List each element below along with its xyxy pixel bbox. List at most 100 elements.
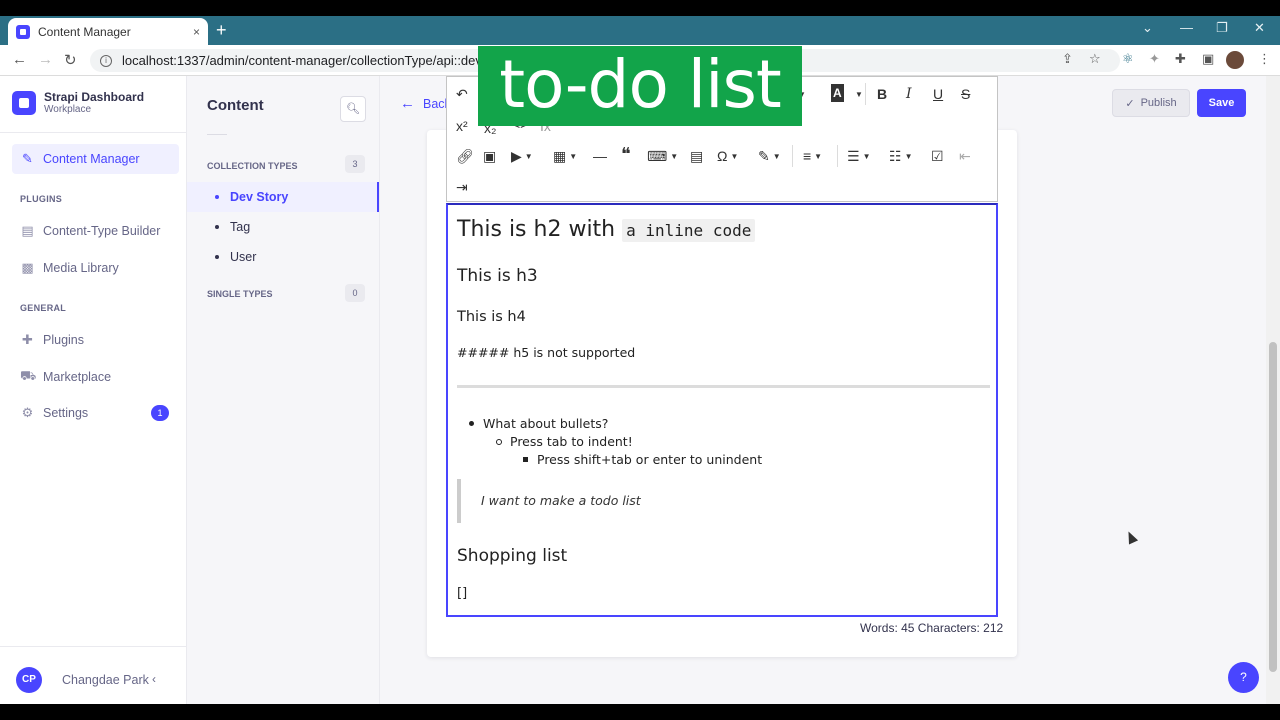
save-button[interactable]: Save (1197, 89, 1246, 117)
bookmark-star-icon[interactable]: ☆ (1089, 51, 1101, 67)
arrow-left-icon: ← (400, 95, 415, 112)
subnav-item-label: Tag (230, 220, 251, 234)
highlight-icon[interactable]: ✎ ▼ (758, 147, 781, 166)
nav-section-general: GENERAL (20, 303, 67, 313)
subnav-item-dev-story[interactable]: Dev Story (187, 182, 379, 212)
media-embed-icon[interactable]: ▶ ▼ (511, 147, 533, 166)
nav-item-content-manager[interactable]: ✎ Content Manager (12, 144, 179, 174)
new-tab-button[interactable]: + (216, 20, 227, 40)
rich-text-editor: ↶ ▼ A ▼ B I U S x² x₂ <> Ix 🔗︎ ▣ ▶▼ ▦▼ — (446, 76, 998, 617)
tab-search-icon[interactable]: ⌄ (1142, 20, 1153, 36)
heading-2: This is h2 with a inline code (457, 217, 756, 242)
content-subnav: Content 🔍︎ COLLECTION TYPES 3 Dev Story … (187, 76, 380, 704)
inline-code: a inline code (622, 219, 756, 242)
nav-item-marketplace[interactable]: ⛟ Marketplace (12, 362, 179, 392)
nav-item-settings[interactable]: ⚙ Settings 1 (12, 398, 179, 428)
insert-image-icon[interactable]: ▣ (483, 147, 496, 165)
react-devtools-icon[interactable]: ⚛ (1122, 51, 1134, 67)
horizontal-rule (457, 385, 990, 388)
divider (837, 145, 838, 167)
nav-section-plugins: PLUGINS (20, 194, 63, 204)
bullet-icon (215, 195, 219, 199)
blockquote-icon[interactable]: ❝ (621, 145, 631, 163)
code-block-icon[interactable]: ⌨ ▼ (647, 147, 678, 166)
heading-2-text: This is h2 with (457, 217, 623, 242)
nav-item-label: Content-Type Builder (43, 224, 161, 238)
single-types-heading[interactable]: SINGLE TYPES (207, 289, 273, 299)
nav-item-label: Media Library (43, 261, 119, 275)
editor-content[interactable]: This is h2 with a inline code This is h3… (446, 203, 998, 617)
puzzle-extensions-icon[interactable]: ✚ (1175, 51, 1186, 67)
reload-icon[interactable]: ↻ (64, 51, 77, 69)
list-item: What about bullets? (468, 416, 609, 431)
bulleted-list-icon[interactable]: ☰ ▼ (847, 147, 870, 166)
scrollbar[interactable] (1266, 76, 1280, 704)
browser-tab-bar: Content Manager × + ⌄ — ❐ ✕ (0, 16, 1280, 45)
align-left-icon[interactable]: ≡ ▼ (803, 147, 822, 166)
table-icon[interactable]: ▦ ▼ (553, 147, 577, 166)
subnav-item-label: Dev Story (230, 190, 289, 204)
back-link[interactable]: ← Back (400, 95, 451, 112)
nav-item-media-library[interactable]: ▩ Media Library (12, 253, 179, 283)
divider (0, 132, 186, 133)
user-profile[interactable]: CP Changdae Park (16, 667, 149, 693)
strikethrough-icon[interactable]: S (961, 85, 970, 103)
sidepanel-icon[interactable]: ▣ (1202, 51, 1214, 67)
search-icon[interactable]: 🔍︎ (340, 96, 366, 122)
heading-shopping-list: Shopping list (457, 546, 568, 566)
subnav-item-user[interactable]: User (187, 242, 379, 272)
video-caption-overlay: to-do list (478, 46, 802, 126)
check-icon: ✓ (1125, 97, 1135, 110)
chevron-down-icon[interactable]: ▼ (852, 85, 863, 104)
tab-close-icon[interactable]: × (193, 25, 200, 39)
nav-item-content-type-builder[interactable]: ▤ Content-Type Builder (12, 216, 179, 246)
todo-placeholder: [] (457, 586, 468, 601)
url-text: localhost:1337/admin/content-manager/col… (122, 53, 518, 68)
link-icon[interactable]: 🔗︎ (456, 147, 474, 165)
gear-icon: ⚙ (21, 405, 34, 420)
subnav-item-tag[interactable]: Tag (187, 212, 379, 242)
publish-button[interactable]: ✓ Publish (1112, 89, 1190, 117)
html-embed-icon[interactable]: ▤ (690, 147, 703, 165)
bold-icon[interactable]: B (877, 85, 887, 103)
site-info-icon[interactable]: i (100, 54, 112, 67)
divider (792, 145, 793, 167)
font-color-icon[interactable]: A (831, 84, 844, 102)
italic-icon[interactable]: I (906, 85, 912, 103)
scroll-thumb[interactable] (1269, 342, 1277, 672)
special-characters-icon[interactable]: Ω ▼ (717, 147, 738, 166)
nav-item-plugins[interactable]: ✚ Plugins (12, 325, 179, 355)
undo-icon[interactable]: ↶ (456, 85, 468, 103)
nav-item-label: Content Manager (43, 152, 140, 166)
avatar: CP (16, 667, 42, 693)
browser-tab[interactable]: Content Manager × (8, 18, 208, 45)
subnav-title: Content (207, 97, 264, 114)
profile-avatar[interactable] (1226, 51, 1244, 69)
restore-icon[interactable]: ❐ (1216, 20, 1228, 36)
nav-item-label: Marketplace (43, 370, 112, 384)
share-icon[interactable]: ⇪ (1062, 51, 1073, 67)
superscript-icon[interactable]: x² (456, 117, 468, 135)
collection-types-heading[interactable]: COLLECTION TYPES (207, 161, 298, 171)
divider (207, 134, 227, 135)
user-name: Changdae Park (62, 673, 149, 687)
underline-icon[interactable]: U (933, 85, 943, 103)
numbered-list-icon[interactable]: ☷ ▼ (889, 147, 912, 166)
image-icon: ▩ (21, 260, 34, 275)
collapse-nav-icon[interactable]: ‹ (152, 672, 156, 686)
close-window-icon[interactable]: ✕ (1254, 20, 1265, 36)
horizontal-line-icon[interactable]: — (593, 147, 607, 165)
forward-arrow-icon[interactable]: → (38, 51, 53, 68)
todo-list-icon[interactable]: ☑ (931, 147, 944, 165)
brand-title: Strapi Dashboard (44, 90, 145, 104)
outdent-icon[interactable]: ⇤ (959, 147, 971, 165)
collection-types-count: 3 (345, 155, 365, 173)
word-counter: Words: 45 Characters: 212 (860, 621, 1004, 635)
help-button[interactable]: ? (1228, 662, 1259, 693)
indent-icon[interactable]: ⇥ (456, 178, 468, 196)
minimize-icon[interactable]: — (1180, 20, 1193, 35)
nav-item-label: Settings (43, 406, 89, 420)
extension-icon[interactable]: ✦ (1149, 51, 1160, 67)
back-arrow-icon[interactable]: ← (12, 51, 27, 68)
browser-menu-icon[interactable]: ⋮ (1258, 51, 1271, 67)
